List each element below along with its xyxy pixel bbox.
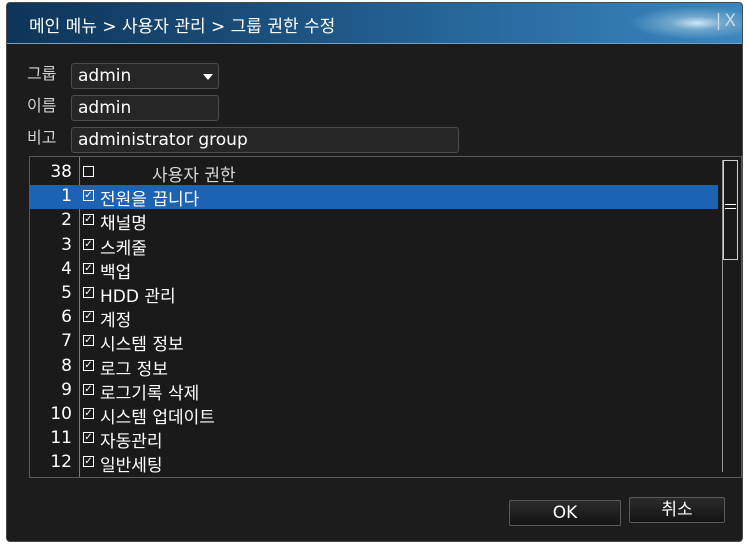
list-item[interactable]: 12 ✓ 일반세팅 (30, 451, 718, 477)
scrollbar[interactable] (722, 160, 738, 472)
cancel-button[interactable]: 취소 (629, 497, 725, 523)
scrollbar-thumb[interactable] (723, 160, 738, 260)
checkbox-checked-icon[interactable]: ✓ (83, 335, 94, 347)
row-number: 38 (50, 162, 72, 182)
row-number: 8 (61, 355, 72, 376)
checkbox-checked-icon[interactable]: ✓ (83, 311, 94, 323)
row-number: 1 (61, 186, 72, 207)
group-dropdown[interactable]: admin (71, 63, 219, 89)
name-label: 이름 (27, 96, 57, 115)
checkbox-checked-icon[interactable]: ✓ (83, 408, 94, 419)
ok-button[interactable]: OK (509, 500, 621, 526)
row-label: 로그 정보 (100, 359, 168, 380)
checkbox-checked-icon[interactable]: ✓ (83, 432, 94, 444)
row-label: HDD 관리 (100, 287, 176, 307)
row-label: 채널명 (100, 214, 147, 235)
checkbox-checked-icon[interactable]: ✓ (83, 214, 94, 226)
row-label: 일반세팅 (100, 456, 163, 477)
row-number: 4 (61, 258, 72, 279)
row-label: 시스템 업데이트 (100, 408, 215, 428)
checkbox-checked-icon[interactable]: ✓ (83, 287, 94, 298)
memo-field[interactable]: administrator group (71, 127, 459, 153)
group-dropdown-value: admin (78, 66, 132, 86)
checkbox-checked-icon[interactable]: ✓ (83, 383, 94, 395)
checkbox-checked-icon[interactable]: ✓ (83, 359, 94, 371)
checkbox-checked-icon[interactable]: ✓ (83, 238, 94, 250)
row-label: 전원을 끕니다 (100, 190, 200, 211)
checkbox-checked-icon[interactable]: ✓ (83, 190, 94, 202)
list-item[interactable]: 1 ✓ 전원을 끕니다 (30, 185, 718, 211)
row-label: 사용자 권한 (152, 166, 236, 186)
breadcrumb-title: 메인 메뉴 > 사용자 관리 > 그룹 권한 수정 (29, 17, 336, 37)
checkbox-unchecked-icon[interactable] (83, 166, 94, 177)
list-item[interactable]: 8 ✓ 로그 정보 (30, 355, 718, 380)
memo-label: 비고 (27, 128, 57, 147)
row-number: 11 (50, 428, 72, 449)
list-item[interactable]: 4 ✓ 백업 (30, 258, 718, 283)
row-number: 2 (61, 210, 72, 231)
list-item[interactable]: 2 ✓ 채널명 (30, 209, 718, 235)
checkbox-checked-icon[interactable]: ✓ (83, 262, 94, 274)
row-number: 12 (50, 452, 72, 473)
row-number: 10 (50, 404, 72, 424)
row-number: 3 (61, 234, 72, 255)
row-label: 로그기록 삭제 (100, 383, 200, 404)
list-item[interactable]: 6 ✓ 계정 (30, 306, 718, 332)
group-label: 그룹 (27, 64, 57, 83)
list-header-row[interactable]: 38 사용자 권한 (30, 161, 718, 186)
row-label: 자동관리 (100, 432, 163, 453)
row-label: 백업 (100, 262, 132, 283)
dialog-window: 메인 메뉴 > 사용자 관리 > 그룹 권한 수정 | X 그룹 admin 이름… (6, 2, 743, 542)
list-item[interactable]: 10 ✓ 시스템 업데이트 (30, 403, 718, 428)
row-number: 6 (61, 307, 72, 328)
list-item[interactable]: 9 ✓ 로그기록 삭제 (30, 379, 718, 404)
row-number: 7 (61, 331, 72, 352)
row-label: 시스템 정보 (100, 335, 184, 356)
title-bar: 메인 메뉴 > 사용자 관리 > 그룹 권한 수정 | X (7, 3, 742, 44)
checkbox-checked-icon[interactable]: ✓ (83, 456, 94, 468)
permission-list[interactable]: 38 사용자 권한 1 ✓ 전원을 끕니다 2 ✓ 채널명 3 ✓ 스케줄 4 ✓ 백업 5 ✓ HDD 관리 6… (29, 156, 742, 478)
close-icon: X (724, 11, 736, 31)
grip-line (725, 208, 736, 209)
grip-line (725, 204, 736, 205)
name-field[interactable]: admin (71, 95, 219, 121)
list-item[interactable]: 7 ✓ 시스템 정보 (30, 330, 718, 356)
row-number: 9 (61, 379, 72, 400)
row-label: 계정 (100, 311, 132, 332)
close-button[interactable]: | X (716, 11, 736, 31)
list-item[interactable]: 3 ✓ 스케줄 (30, 234, 718, 259)
row-number: 5 (61, 283, 72, 303)
list-item[interactable]: 11 ✓ 자동관리 (30, 427, 718, 453)
row-label: 스케줄 (100, 238, 147, 259)
chevron-down-icon (203, 74, 213, 80)
list-item[interactable]: 5 ✓ HDD 관리 (30, 282, 718, 307)
